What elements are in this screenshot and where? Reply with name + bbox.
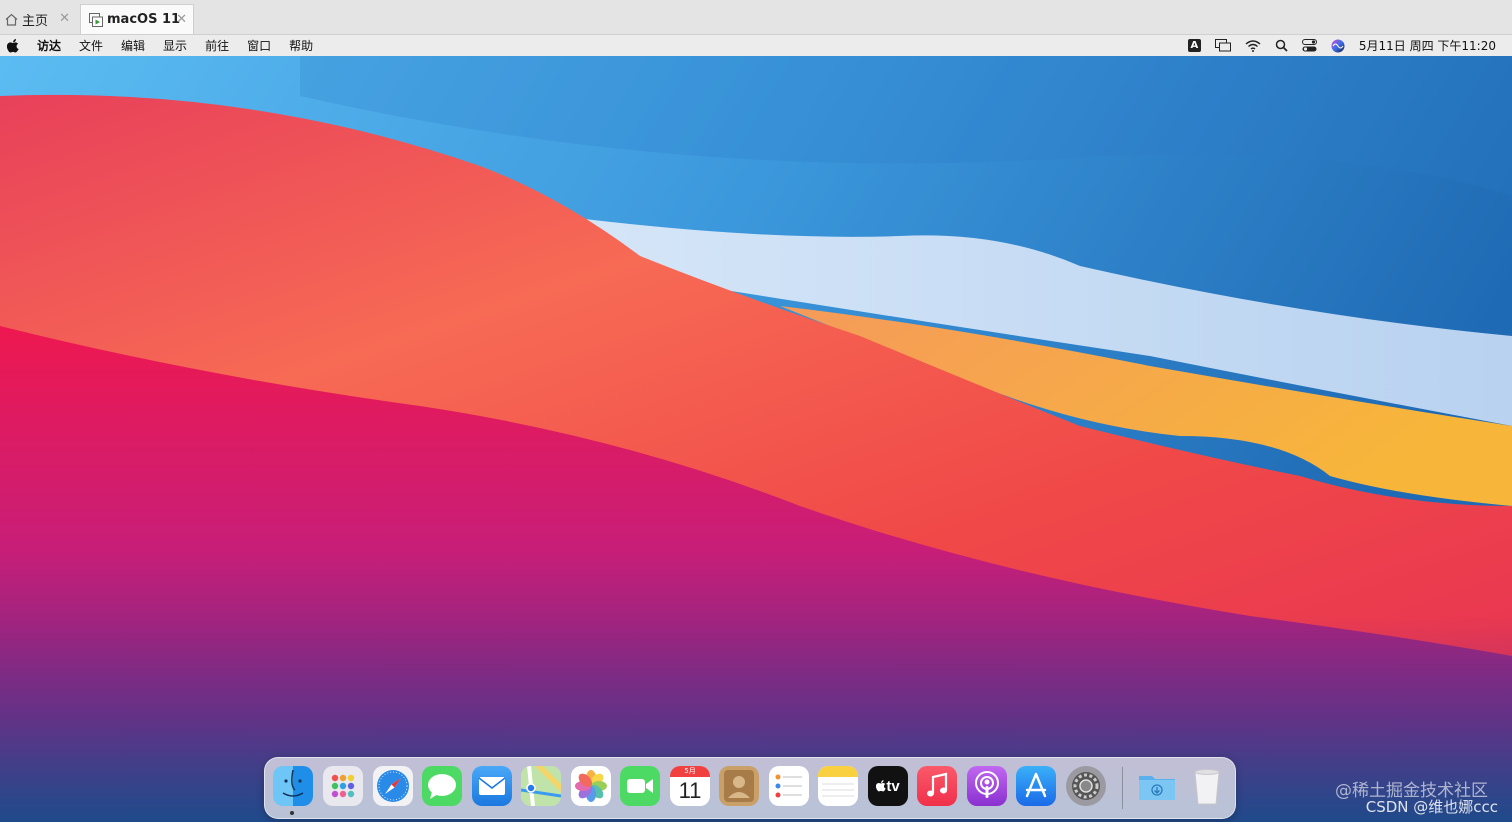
dock-photos[interactable] — [571, 766, 611, 806]
podcasts-icon — [975, 771, 999, 798]
dock-calendar[interactable]: 5月 11 — [670, 766, 710, 806]
mail-icon — [478, 777, 506, 795]
close-tab-home-icon[interactable]: ✕ — [59, 11, 70, 26]
close-tab-macos-icon[interactable]: ✕ — [176, 12, 187, 27]
wallpaper-graphic — [0, 56, 1512, 822]
contacts-icon — [724, 770, 754, 802]
menu-help[interactable]: 帮助 — [289, 37, 313, 54]
dock-contacts[interactable] — [719, 766, 759, 806]
finder-running-indicator — [290, 811, 294, 815]
menu-clock[interactable]: 5月11日 周四 下午11:20 — [1359, 37, 1496, 54]
menu-edit[interactable]: 编辑 — [121, 37, 145, 54]
facetime-icon — [627, 779, 653, 793]
vmware-tab-bar: 主页 ✕ macOS 11 ✕ — [0, 0, 1512, 35]
desktop-wallpaper — [0, 56, 1512, 822]
app-store-icon — [1025, 772, 1047, 798]
tab-macos-label: macOS 11 — [107, 12, 181, 27]
siri-icon[interactable] — [1331, 39, 1345, 53]
dock-notes[interactable] — [818, 766, 858, 806]
finder-icon — [282, 769, 304, 797]
dock-trash[interactable] — [1187, 766, 1227, 806]
menu-finder[interactable]: 访达 — [37, 37, 61, 54]
downloads-folder-icon — [1139, 776, 1175, 800]
messages-icon — [428, 774, 456, 799]
trash-icon — [1194, 769, 1220, 805]
menu-bar: 访达 文件 编辑 显示 前往 窗口 帮助 A 5月11日 周四 下午11:20 — [0, 35, 1512, 56]
launchpad-icon — [331, 774, 355, 798]
dock-finder[interactable] — [273, 766, 313, 806]
vm-icon — [89, 12, 103, 27]
dock: 5月 11 tv — [264, 757, 1236, 819]
screen-mirroring-icon[interactable] — [1214, 39, 1231, 52]
photos-icon — [575, 770, 607, 802]
spotlight-icon[interactable] — [1275, 39, 1288, 52]
dock-system-preferences[interactable] — [1066, 766, 1106, 806]
gear-icon — [1072, 772, 1100, 800]
dock-facetime[interactable] — [620, 766, 660, 806]
menu-go[interactable]: 前往 — [205, 37, 229, 54]
dock-safari[interactable] — [373, 766, 413, 806]
maps-icon — [521, 766, 561, 806]
tab-home[interactable]: 主页 ✕ — [0, 4, 76, 34]
dock-separator — [1122, 767, 1123, 809]
tab-macos[interactable]: macOS 11 ✕ — [80, 4, 194, 34]
home-icon — [4, 12, 18, 26]
tv-icon: tv — [876, 778, 900, 795]
dock-tv[interactable]: tv — [868, 766, 908, 806]
menu-file[interactable]: 文件 — [79, 37, 103, 54]
dock-messages[interactable] — [422, 766, 462, 806]
calendar-month: 5月 — [670, 766, 710, 777]
dock-mail[interactable] — [472, 766, 512, 806]
dock-reminders[interactable] — [769, 766, 809, 806]
menu-window[interactable]: 窗口 — [247, 37, 271, 54]
dock-music[interactable] — [917, 766, 957, 806]
watermark-csdn: CSDN @维也娜ccc — [1365, 798, 1498, 816]
dock-app-store[interactable] — [1016, 766, 1056, 806]
dock-podcasts[interactable] — [967, 766, 1007, 806]
dock-launchpad[interactable] — [323, 766, 363, 806]
tab-home-label: 主页 — [22, 13, 49, 29]
dock-downloads[interactable] — [1137, 766, 1177, 806]
dock-maps[interactable] — [521, 766, 561, 806]
calendar-day: 11 — [678, 778, 702, 803]
input-source-icon[interactable]: A — [1187, 39, 1201, 52]
notes-icon — [818, 766, 858, 797]
menu-view[interactable]: 显示 — [163, 37, 187, 54]
wifi-icon[interactable] — [1245, 39, 1261, 52]
music-icon — [927, 772, 948, 797]
apple-menu-icon[interactable] — [7, 38, 21, 53]
control-center-icon[interactable] — [1301, 39, 1317, 52]
safari-icon — [377, 770, 409, 802]
reminders-icon — [775, 774, 802, 798]
